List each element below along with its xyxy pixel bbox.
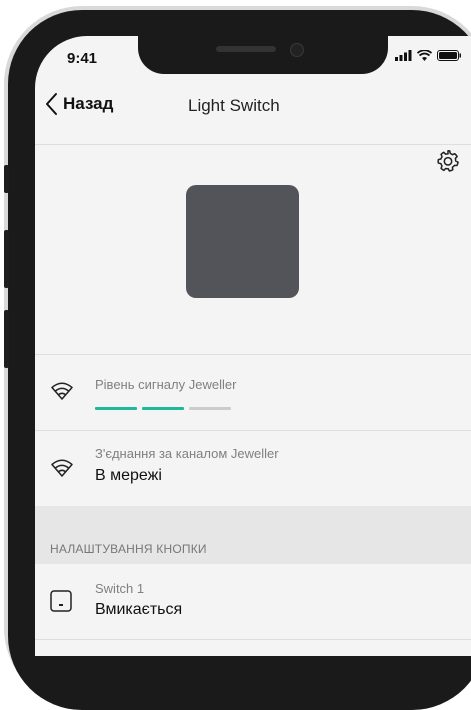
volume-down-button <box>4 310 9 368</box>
status-time: 9:41 <box>67 50 98 67</box>
switch1-value: Вмикається <box>95 601 183 618</box>
switch1-row[interactable]: Switch 1 Вмикається <box>35 564 471 639</box>
switch-icon <box>50 590 72 612</box>
signal-bar-2 <box>142 407 184 410</box>
connection-value: В мережі <box>95 467 162 484</box>
switch-divider <box>35 639 471 640</box>
signal-row: Рівень сигналу Jeweller <box>35 355 471 430</box>
connection-label: З'єднання за каналом Jeweller <box>95 446 279 461</box>
nav-divider <box>35 144 471 145</box>
page-title: Light Switch <box>188 96 280 115</box>
back-button[interactable]: Назад <box>45 92 113 116</box>
signal-bar-3 <box>189 407 231 410</box>
back-label: Назад <box>63 94 114 113</box>
device-preview <box>35 146 471 354</box>
wireless-icon <box>51 459 73 477</box>
front-camera <box>290 43 304 57</box>
device-image <box>186 185 299 298</box>
nav-bar: Назад Light Switch <box>35 84 471 128</box>
wireless-icon <box>51 382 73 400</box>
status-icons <box>395 50 461 61</box>
connection-row: З'єднання за каналом Jeweller В мережі <box>35 431 471 506</box>
cellular-signal-icon <box>395 50 412 61</box>
speaker <box>216 46 276 52</box>
notch <box>138 36 388 74</box>
signal-bars <box>95 407 231 410</box>
volume-up-button <box>4 230 9 288</box>
chevron-left-icon <box>46 93 57 115</box>
mute-switch <box>4 165 9 193</box>
phone-screen: 9:41 Назад Light Switch Рівень сигналу J… <box>35 36 471 656</box>
battery-icon <box>437 50 461 61</box>
section-title: НАЛАШТУВАННЯ КНОПКИ <box>50 542 207 556</box>
gear-icon[interactable] <box>435 148 461 174</box>
signal-label: Рівень сигналу Jeweller <box>95 377 237 392</box>
signal-bar-1 <box>95 407 137 410</box>
wifi-status-icon <box>417 50 432 61</box>
section-header: НАЛАШТУВАННЯ КНОПКИ <box>35 506 471 564</box>
switch1-label: Switch 1 <box>95 581 145 596</box>
